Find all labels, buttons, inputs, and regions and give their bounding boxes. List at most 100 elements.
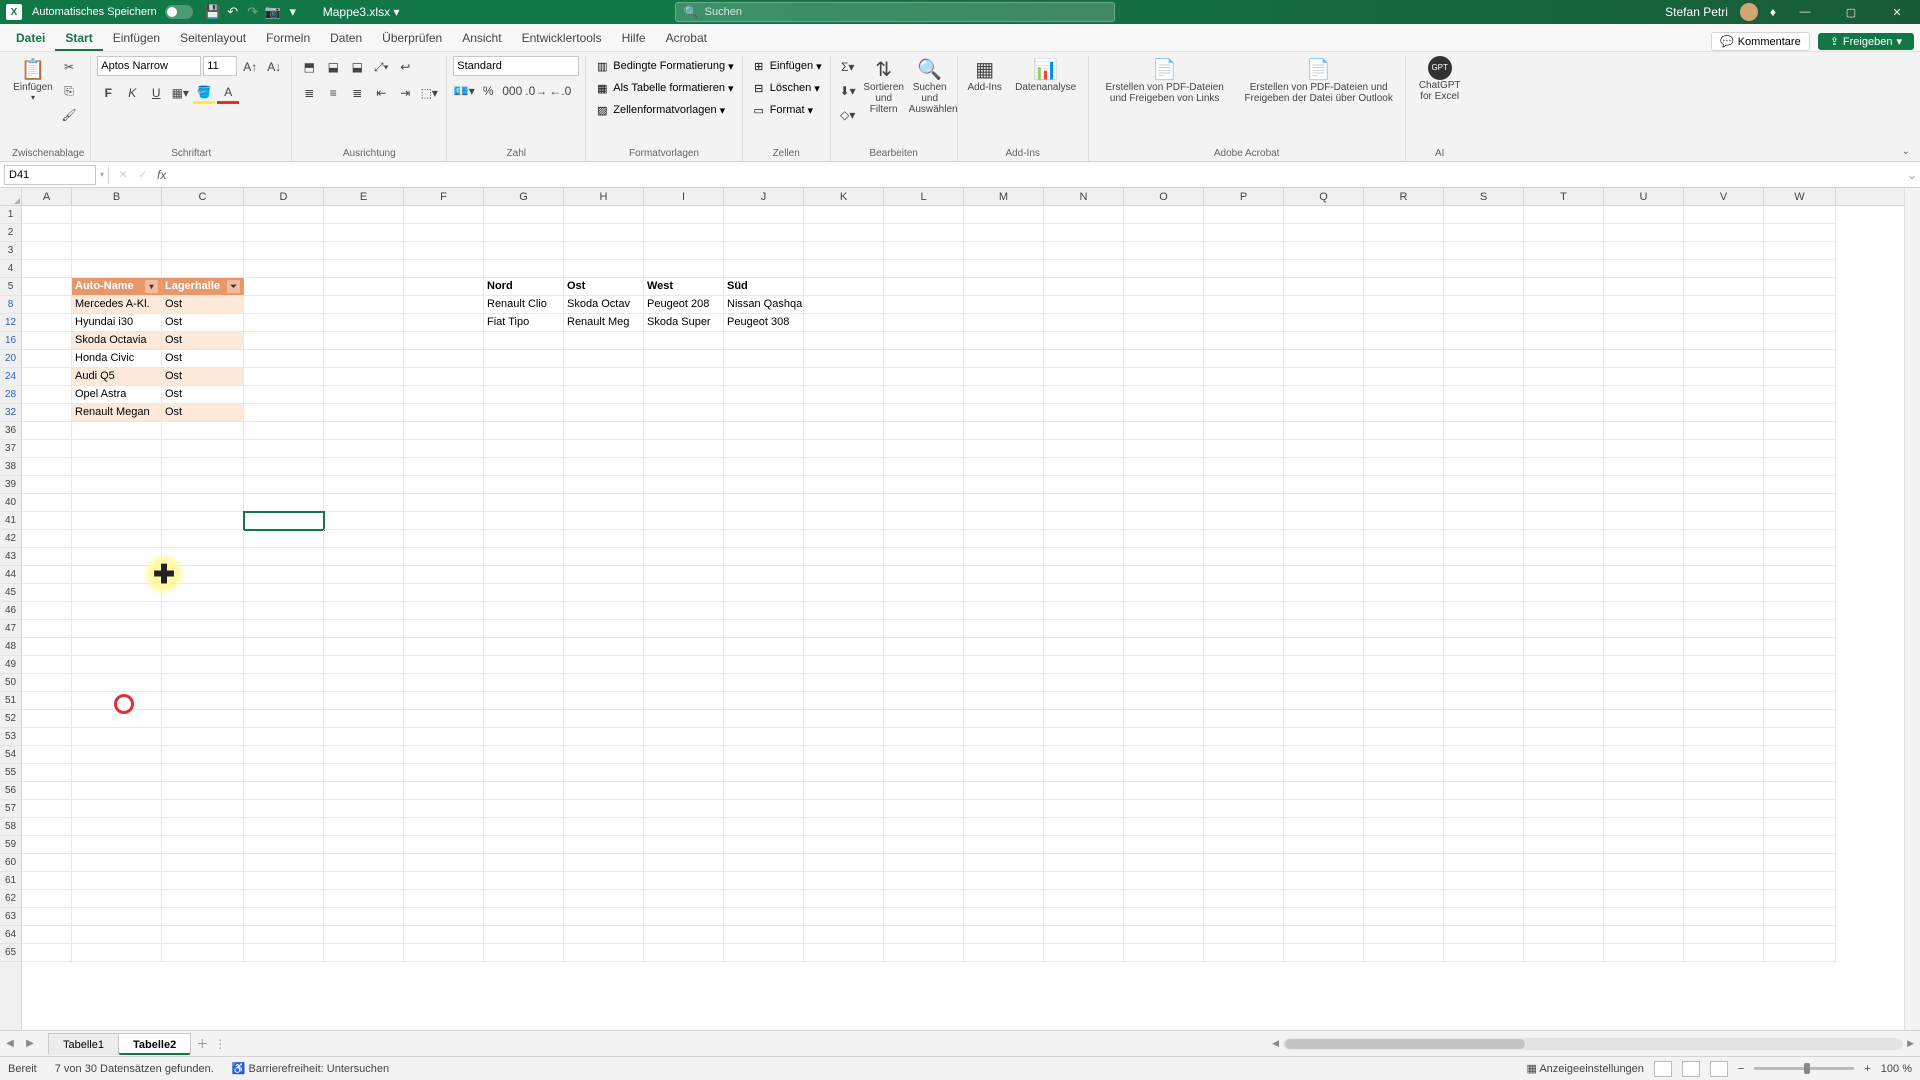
row-header-40[interactable]: 40 (0, 494, 21, 512)
grid-row-44[interactable] (22, 566, 1904, 584)
italic-button[interactable]: K (121, 82, 143, 104)
grid-row-47[interactable] (22, 620, 1904, 638)
grid-row-49[interactable] (22, 656, 1904, 674)
menu-tab-überprüfen[interactable]: Überprüfen (372, 25, 452, 51)
formula-input[interactable] (170, 165, 1904, 185)
grid-row-2[interactable] (22, 224, 1904, 242)
grid-row-65[interactable] (22, 944, 1904, 962)
grid-row-62[interactable] (22, 890, 1904, 908)
shrink-font-icon[interactable]: A↓ (263, 56, 285, 78)
col-header-U[interactable]: U (1604, 188, 1684, 205)
column-headers[interactable]: ABCDEFGHIJKLMNOPQRSTUVW (22, 188, 1904, 206)
fx-icon[interactable]: fx (153, 168, 170, 182)
row-header-39[interactable]: 39 (0, 476, 21, 494)
normal-view-button[interactable] (1654, 1061, 1672, 1077)
row-header-50[interactable]: 50 (0, 674, 21, 692)
insert-cells-button[interactable]: ⊞Einfügen ▾ (749, 56, 824, 76)
spreadsheet-grid[interactable]: ABCDEFGHIJKLMNOPQRSTUVW 1234581216202428… (0, 188, 1920, 1030)
align-left-icon[interactable]: ≣ (298, 82, 320, 104)
row-header-16[interactable]: 16 (0, 332, 21, 350)
row-header-32[interactable]: 32 (0, 404, 21, 422)
cells-area[interactable]: Auto-Name▾Lagerhalle⏷NordOstWestSüdMerce… (22, 206, 1904, 1030)
grid-row-36[interactable] (22, 422, 1904, 440)
row-header-62[interactable]: 62 (0, 890, 21, 908)
grid-row-39[interactable] (22, 476, 1904, 494)
col-header-A[interactable]: A (22, 188, 72, 205)
grid-row-12[interactable]: Hyundai i30OstFiat TipoRenault MegSkoda … (22, 314, 1904, 332)
menu-tab-ansicht[interactable]: Ansicht (452, 25, 511, 51)
row-header-55[interactable]: 55 (0, 764, 21, 782)
grid-row-38[interactable] (22, 458, 1904, 476)
row-headers[interactable]: 1234581216202428323637383940414243444546… (0, 206, 22, 1030)
grid-row-43[interactable] (22, 548, 1904, 566)
row-header-47[interactable]: 47 (0, 620, 21, 638)
menu-tab-daten[interactable]: Daten (320, 25, 372, 51)
grid-row-41[interactable] (22, 512, 1904, 530)
col-header-J[interactable]: J (724, 188, 804, 205)
undo-icon[interactable]: ↶ (223, 4, 243, 20)
font-name-combo[interactable] (97, 56, 201, 76)
underline-button[interactable]: U (145, 82, 167, 104)
redo-icon[interactable]: ↷ (243, 4, 263, 20)
display-settings-button[interactable]: ▦ Anzeigeeinstellungen (1526, 1062, 1643, 1075)
grid-row-53[interactable] (22, 728, 1904, 746)
vertical-scrollbar[interactable] (1904, 188, 1920, 1030)
number-format-combo[interactable] (453, 56, 579, 76)
inc-decimal-icon[interactable]: .0→ (525, 80, 547, 102)
row-header-24[interactable]: 24 (0, 368, 21, 386)
collapse-ribbon-icon[interactable]: ⌄ (1902, 146, 1914, 161)
row-header-36[interactable]: 36 (0, 422, 21, 440)
menu-tab-einfügen[interactable]: Einfügen (103, 25, 170, 51)
clear-icon[interactable]: ◇▾ (837, 104, 859, 126)
menu-tab-entwicklertools[interactable]: Entwicklertools (512, 25, 612, 51)
menu-tab-seitenlayout[interactable]: Seitenlayout (170, 25, 256, 51)
row-header-20[interactable]: 20 (0, 350, 21, 368)
sheet-tab-tabelle1[interactable]: Tabelle1 (48, 1033, 119, 1055)
sheet-tab-tabelle2[interactable]: Tabelle2 (118, 1033, 191, 1055)
row-header-59[interactable]: 59 (0, 836, 21, 854)
dec-decimal-icon[interactable]: ←.0 (549, 80, 571, 102)
grid-row-37[interactable] (22, 440, 1904, 458)
menu-tab-datei[interactable]: Datei (6, 25, 55, 51)
font-color-button[interactable]: A (217, 82, 239, 104)
grid-row-45[interactable] (22, 584, 1904, 602)
grid-row-46[interactable] (22, 602, 1904, 620)
cell-styles-button[interactable]: ▨Zellenformatvorlagen ▾ (592, 100, 735, 120)
grid-row-4[interactable] (22, 260, 1904, 278)
indent-inc-icon[interactable]: ⇥ (394, 82, 416, 104)
fill-icon[interactable]: ⬇▾ (837, 80, 859, 102)
col-header-G[interactable]: G (484, 188, 564, 205)
row-header-63[interactable]: 63 (0, 908, 21, 926)
col-header-K[interactable]: K (804, 188, 884, 205)
user-name[interactable]: Stefan Petri (1665, 5, 1728, 19)
delete-cells-button[interactable]: ⊟Löschen ▾ (749, 78, 824, 98)
row-header-43[interactable]: 43 (0, 548, 21, 566)
grid-row-8[interactable]: Mercedes A-Kl.OstRenault ClioSkoda Octav… (22, 296, 1904, 314)
grid-row-54[interactable] (22, 746, 1904, 764)
expand-formula-icon[interactable]: ⌄ (1904, 168, 1920, 182)
find-select-button[interactable]: 🔍Suchen und Auswählen (909, 56, 951, 115)
row-header-53[interactable]: 53 (0, 728, 21, 746)
camera-icon[interactable]: 📷 (263, 4, 283, 20)
row-header-37[interactable]: 37 (0, 440, 21, 458)
share-button[interactable]: ⇪ Freigeben ▾ (1818, 33, 1914, 50)
row-header-41[interactable]: 41 (0, 512, 21, 530)
grid-row-59[interactable] (22, 836, 1904, 854)
merge-icon[interactable]: ⬚▾ (418, 82, 440, 104)
row-header-46[interactable]: 46 (0, 602, 21, 620)
grid-row-28[interactable]: Opel AstraOst (22, 386, 1904, 404)
format-cells-button[interactable]: ▭Format ▾ (749, 100, 824, 120)
row-header-65[interactable]: 65 (0, 944, 21, 962)
grid-row-60[interactable] (22, 854, 1904, 872)
restore-icon[interactable]: ▢ (1834, 6, 1868, 19)
row-header-49[interactable]: 49 (0, 656, 21, 674)
col-header-H[interactable]: H (564, 188, 644, 205)
confirm-formula-icon[interactable]: ✓ (133, 168, 153, 181)
orientation-icon[interactable]: ⤢▾ (370, 56, 392, 78)
col-header-T[interactable]: T (1524, 188, 1604, 205)
grid-row-58[interactable] (22, 818, 1904, 836)
page-break-view-button[interactable] (1710, 1061, 1728, 1077)
grid-row-50[interactable] (22, 674, 1904, 692)
paste-button[interactable]: 📋Einfügen▾ (12, 56, 54, 102)
cut-icon[interactable]: ✂ (58, 56, 80, 78)
